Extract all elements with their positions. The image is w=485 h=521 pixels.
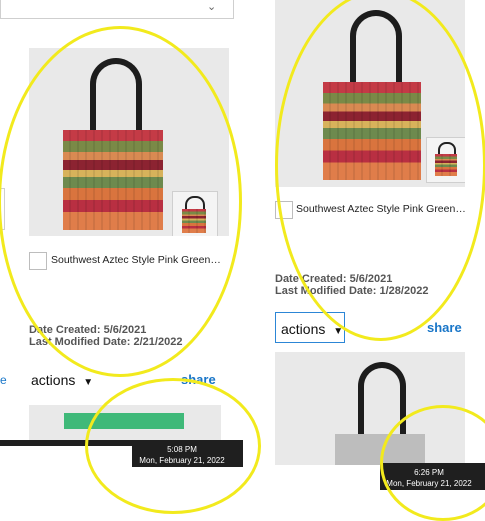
share-link[interactable]: share	[427, 320, 462, 335]
partial-link-edge: e	[0, 373, 7, 387]
annotation-circle	[0, 26, 242, 377]
caret-down-icon: ▼	[83, 377, 94, 388]
chevron-down-icon[interactable]: ⌄	[207, 0, 216, 13]
top-dropdown[interactable]: ⌄	[0, 0, 234, 19]
actions-dropdown-button[interactable]: actions ▼	[31, 372, 94, 388]
actions-label: actions	[31, 372, 76, 388]
right-panel: Southwest Aztec Style Pink Green… Date C…	[245, 0, 485, 521]
actions-label: actions	[281, 321, 326, 337]
left-panel: ⌄ Southwest Aztec Style Pink Green… Date…	[0, 0, 261, 514]
annotation-circle	[275, 0, 485, 341]
annotation-circle	[85, 378, 261, 514]
